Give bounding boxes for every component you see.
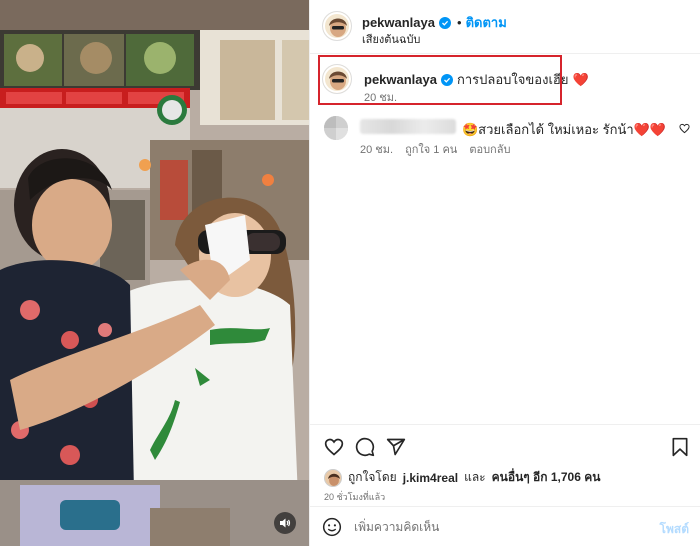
- post-photo[interactable]: [0, 0, 309, 546]
- comment-meta: 20 ชม. ถูกใจ 1 คน ตอบกลับ: [360, 140, 510, 158]
- caption-text: การปลอบใจของเฮีย: [457, 72, 569, 87]
- caption-heart-emoji: ❤️: [572, 71, 589, 87]
- likes-others-count[interactable]: คนอื่นๆ อีก 1,706 คน: [492, 468, 601, 487]
- comment-time[interactable]: 20 ชม.: [360, 140, 393, 158]
- comment-bar: โพสต์: [310, 506, 700, 546]
- post-age[interactable]: 20 ชั่วโมงที่แล้ว: [324, 490, 385, 504]
- commenter-username-blurred[interactable]: [360, 119, 456, 134]
- verified-badge-icon: [439, 16, 451, 29]
- heart-icon: [324, 438, 344, 456]
- bookmark-icon: [672, 437, 688, 457]
- comment-item: 🤩สวยเลือกได้ ใหม่เหอะ รักน้า❤️❤️ 20 ชม. …: [324, 116, 694, 156]
- share-button[interactable]: [386, 437, 406, 460]
- likes-conjunction: และ: [464, 470, 486, 484]
- liker-username[interactable]: j.kim4real: [403, 471, 458, 485]
- comment-input[interactable]: [354, 516, 644, 538]
- post-comment-button[interactable]: โพสต์: [660, 520, 689, 539]
- comment-icon: [355, 437, 375, 457]
- verified-badge-icon: [441, 73, 453, 86]
- likes-prefix: ถูกใจโดย: [348, 470, 397, 484]
- comment-like-count[interactable]: ถูกใจ 1 คน: [405, 140, 457, 158]
- comment-like-button[interactable]: [679, 122, 690, 137]
- separator-dot: •: [457, 15, 462, 30]
- author-avatar[interactable]: [322, 11, 352, 41]
- author-username[interactable]: pekwanlaya: [362, 15, 435, 30]
- commenter-avatar-blurred[interactable]: [324, 116, 348, 140]
- post-header: pekwanlaya • ติดตาม เสียงต้นฉบับ: [310, 0, 700, 54]
- likes-summary: ถูกใจโดย j.kim4real และ คนอื่นๆ อีก 1,70…: [324, 468, 600, 487]
- follow-button[interactable]: ติดตาม: [466, 12, 507, 33]
- instagram-post-view: pekwanlaya • ติดตาม เสียงต้นฉบับ pekwanl…: [0, 0, 700, 546]
- liker-avatar[interactable]: [324, 468, 342, 487]
- caption-username[interactable]: pekwanlaya: [364, 72, 437, 87]
- reply-button[interactable]: ตอบกลับ: [469, 140, 510, 158]
- caption-author-avatar[interactable]: [322, 64, 352, 94]
- avatar-image: [324, 116, 348, 140]
- audio-label[interactable]: เสียงต้นฉบับ: [362, 30, 420, 48]
- post-photo-illustration: [0, 0, 309, 546]
- caption-line: pekwanlaya การปลอบใจของเฮีย ❤️: [364, 69, 589, 90]
- volume-button[interactable]: [274, 512, 296, 534]
- share-icon: [386, 438, 406, 456]
- post-side-panel: pekwanlaya • ติดตาม เสียงต้นฉบับ pekwanl…: [309, 0, 700, 546]
- caption-time[interactable]: 20 ชม.: [364, 88, 397, 106]
- heart-icon: [679, 123, 690, 134]
- volume-icon: [280, 518, 291, 528]
- emoji-icon: [322, 517, 342, 537]
- save-button[interactable]: [671, 437, 689, 460]
- emoji-button[interactable]: [322, 517, 342, 540]
- post-actions: [310, 424, 700, 464]
- like-button[interactable]: [324, 437, 344, 460]
- avatar-image: [325, 469, 341, 486]
- comment-button[interactable]: [355, 437, 375, 460]
- comment-text: 🤩สวยเลือกได้ ใหม่เหอะ รักน้า❤️❤️: [462, 122, 667, 137]
